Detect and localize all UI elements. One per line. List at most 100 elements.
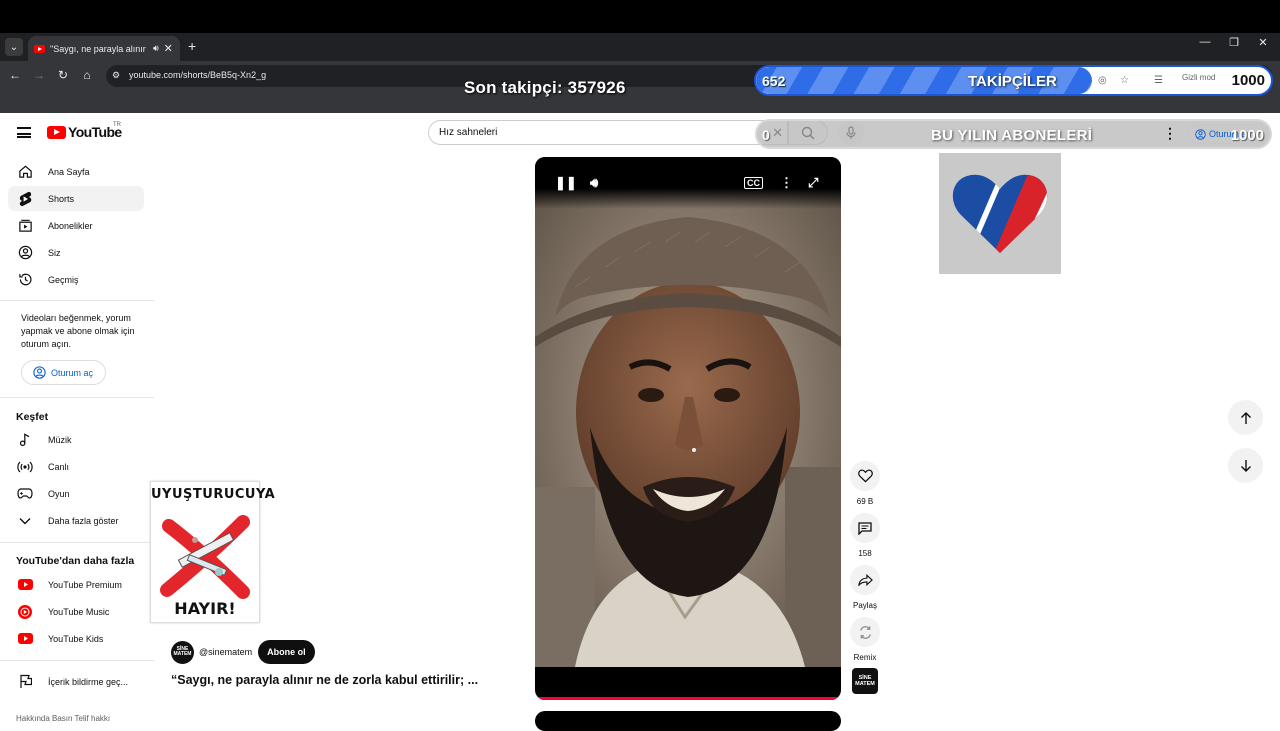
youtube-logo[interactable]: YouTube [47, 124, 122, 140]
window-close-icon[interactable]: ✕ [1248, 36, 1278, 49]
comment-button[interactable] [850, 513, 880, 543]
tab-search-button[interactable]: ⌄ [5, 38, 23, 56]
back-icon[interactable]: ← [6, 68, 24, 82]
sidebar-divider [0, 397, 154, 398]
sidebar-item-label: Shorts [48, 193, 75, 204]
sidebar-item-show-more[interactable]: Daha fazla göster [8, 508, 144, 533]
home-icon [17, 164, 33, 180]
subscriptions-icon [17, 218, 33, 234]
sidebar-item-music[interactable]: Müzik [8, 427, 144, 452]
last-follower-overlay: Son takipçi: 357926 [464, 78, 626, 97]
pause-icon[interactable]: ❚❚ [555, 175, 577, 191]
next-short-button[interactable] [1228, 448, 1263, 483]
sidebar-footer-links[interactable]: Hakkında Basın Telif hakkı [16, 714, 110, 723]
sidebar-item-label: İçerik bildirme geç... [48, 676, 129, 687]
channel-handle[interactable]: @sinematem [199, 647, 252, 657]
sidebar-item-shorts[interactable]: Shorts [8, 186, 144, 211]
sidebar-item-youtube-music[interactable]: YouTube Music [8, 599, 144, 624]
sidebar-divider [0, 660, 154, 661]
region-code: TR [113, 122, 121, 128]
comment-action[interactable]: 158 [848, 513, 882, 558]
flag-icon [17, 674, 33, 690]
arrow-down-icon [1240, 459, 1251, 472]
sidebar-item-report-history[interactable]: İçerik bildirme geç... [8, 669, 144, 694]
sidebar-signin-button[interactable]: Oturum aç [21, 360, 106, 385]
menu-icon[interactable] [17, 127, 31, 138]
sidebar-item-you[interactable]: Siz [8, 240, 144, 265]
remix-button[interactable] [850, 617, 880, 647]
heart-logo-icon [952, 174, 1048, 253]
shorts-player[interactable]: ❚❚ 🔊︎ CC ⋮ ⤢ [535, 157, 841, 700]
incognito-label[interactable]: Gizli mod [1182, 73, 1215, 82]
volume-icon[interactable]: 🔊︎ [590, 175, 598, 191]
home-icon[interactable]: ⌂ [78, 68, 96, 82]
short-title[interactable]: “Saygı, ne parayla alınır ne de zorla ka… [171, 673, 478, 687]
player-controls: ❚❚ 🔊︎ CC ⋮ ⤢ [535, 157, 841, 209]
youtube-music-icon [17, 604, 33, 620]
music-icon [17, 432, 33, 448]
sound-source-action[interactable]: SİNE MATEM [848, 668, 882, 694]
heart-icon [857, 469, 873, 483]
video-progress-bar[interactable] [535, 697, 841, 700]
sidebar-divider [0, 300, 154, 301]
remix-action[interactable]: Remix [848, 617, 882, 662]
sidebar-item-youtube-premium[interactable]: YouTube Premium [8, 572, 144, 597]
explore-section-title: Keşfet [16, 411, 49, 423]
like-button[interactable] [850, 461, 880, 491]
search-box[interactable]: Hız sahneleri ✕ [428, 120, 788, 145]
share-label: Paylaş [852, 601, 877, 610]
sidebar-item-history[interactable]: Geçmiş [8, 267, 144, 292]
more-options-icon[interactable]: ⋮ [1163, 125, 1177, 142]
tab-close-icon[interactable]: ✕ [164, 42, 173, 55]
fullscreen-icon[interactable]: ⤢ [808, 175, 818, 191]
captions-icon[interactable]: CC [744, 177, 763, 189]
reading-list-icon[interactable]: ☰ [1154, 75, 1163, 86]
reload-icon[interactable]: ↻ [54, 68, 72, 82]
previous-short-button[interactable] [1228, 400, 1263, 435]
eye-off-icon[interactable]: ◎ [1098, 75, 1107, 86]
sidebar-item-label: Müzik [48, 434, 72, 445]
sidebar-item-label: YouTube Premium [48, 579, 122, 590]
sidebar-item-subscriptions[interactable]: Abonelikler [8, 213, 144, 238]
star-icon[interactable]: ☆ [1120, 75, 1129, 86]
search-input[interactable]: Hız sahneleri [439, 127, 497, 138]
comment-icon [858, 521, 872, 535]
forward-icon[interactable]: → [30, 68, 48, 82]
video-frame[interactable] [535, 187, 841, 667]
youtube-favicon-icon [34, 44, 45, 53]
url-text[interactable]: youtube.com/shorts/BeB5q-Xn2_g [129, 70, 266, 80]
minimize-icon[interactable]: — [1190, 36, 1220, 48]
sound-source-avatar[interactable]: SİNE MATEM [852, 668, 878, 694]
account-icon [1195, 128, 1206, 140]
history-icon [17, 272, 33, 288]
you-icon [17, 245, 33, 261]
browser-tab-active[interactable]: "Saygı, ne parayla alınır ne d 🔊︎ ✕ [28, 36, 180, 61]
like-count: 69 B [856, 497, 874, 506]
share-icon [857, 574, 873, 586]
sidebar-item-home[interactable]: Ana Sayfa [8, 159, 144, 184]
maximize-icon[interactable]: ❐ [1219, 36, 1249, 49]
channel-avatar[interactable]: SİNE MATEM [171, 640, 194, 664]
tab-title: "Saygı, ne parayla alınır ne d [50, 43, 148, 54]
like-action[interactable]: 69 B [848, 461, 882, 506]
more-options-icon[interactable]: ⋮ [780, 175, 793, 191]
sidebar-item-live[interactable]: Canlı [8, 454, 144, 479]
new-tab-button[interactable]: + [188, 38, 196, 54]
sidebar-item-label: Daha fazla göster [48, 515, 119, 526]
next-short-preview[interactable] [535, 711, 841, 731]
chevron-down-icon [17, 513, 33, 529]
sidebar-item-youtube-kids[interactable]: YouTube Kids [8, 626, 144, 651]
sidebar-signin-label: Oturum aç [51, 367, 94, 378]
subscribers-goal: 1000 [1230, 127, 1264, 144]
subscribe-button[interactable]: Abone ol [258, 640, 315, 664]
tab-audio-icon[interactable]: 🔊︎ [153, 43, 159, 54]
sticker-bottom-text: HAYIR! [174, 599, 236, 618]
sidebar: Ana Sayfa Shorts Abonelikler Siz Geçmiş … [0, 155, 154, 723]
youtube-premium-icon [17, 577, 33, 593]
site-info-icon[interactable]: ⚙︎ [112, 70, 122, 80]
sidebar-item-gaming[interactable]: Oyun [8, 481, 144, 506]
share-button[interactable] [850, 565, 880, 595]
sidebar-item-label: Canlı [48, 461, 70, 472]
share-action[interactable]: Paylaş [848, 565, 882, 610]
followers-title: TAKİPÇİLER [968, 73, 1057, 90]
